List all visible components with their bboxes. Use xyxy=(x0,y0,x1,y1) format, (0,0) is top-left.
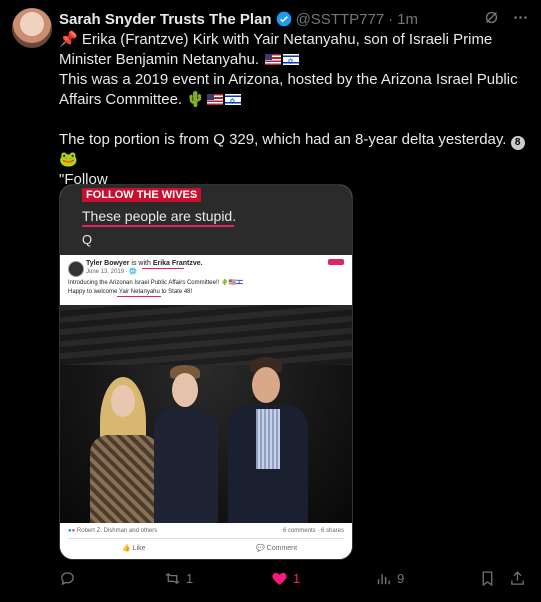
author-name[interactable]: Sarah Snyder Trusts The Plan xyxy=(59,11,272,28)
grok-icon[interactable] xyxy=(483,9,500,26)
fb-tagged: Erika Frantzve. xyxy=(152,260,203,267)
overlay-q: Q xyxy=(82,232,93,247)
fb-text-2: Happy to welcome Yair Netanyahu to State… xyxy=(68,289,193,295)
tweet-actions: 1 1 9 xyxy=(59,570,529,592)
person-2-face xyxy=(172,373,198,407)
repost-button[interactable]: 1 xyxy=(164,570,193,587)
attached-image[interactable]: FOLLOW THE WIVES . These people are stup… xyxy=(59,184,353,560)
header-actions xyxy=(483,9,529,26)
fb-counts: 6 comments · 6 shares xyxy=(282,528,344,534)
cactus-icon: 🌵 xyxy=(186,91,205,108)
views-icon xyxy=(377,574,390,585)
person-2-body xyxy=(154,409,218,523)
share-icon xyxy=(511,571,524,585)
author-avatar[interactable] xyxy=(12,8,52,48)
like-count: 1 xyxy=(293,571,301,586)
author-handle[interactable]: @SSTTP777 xyxy=(296,11,385,28)
tweet-text: 📌 Erika (Frantzve) Kirk with Yair Netany… xyxy=(59,30,529,210)
fb-like: 👍 Like xyxy=(122,545,146,552)
us-flag-icon xyxy=(206,94,223,105)
us-flag-icon xyxy=(265,54,282,65)
bookmark-icon xyxy=(482,571,493,587)
overlay-dot: . xyxy=(192,188,196,200)
fb-avatar xyxy=(68,261,84,277)
reply-button[interactable] xyxy=(59,570,81,587)
fb-red-marker xyxy=(328,259,344,265)
like-button[interactable]: 1 xyxy=(271,570,300,587)
number-8-icon: 8 xyxy=(510,136,525,150)
fb-reactions: ●● Robert Z. Dishman and others xyxy=(68,528,158,534)
views-count: 9 xyxy=(397,571,405,586)
person-3-shirt xyxy=(256,409,280,469)
fb-date: June 13, 2019 · 🌐 xyxy=(86,269,137,275)
israel-flag-icon xyxy=(224,92,241,112)
repost-icon xyxy=(165,573,180,584)
overlay-caption: These people are stupid. xyxy=(82,208,237,224)
reply-icon xyxy=(61,572,74,586)
group-photo xyxy=(60,305,352,523)
frog-icon: 🐸 xyxy=(59,151,78,168)
person-1-face xyxy=(111,385,135,417)
text-line-3: The top portion is from Q 329, which had… xyxy=(59,131,507,148)
fb-comment: 💬 Comment xyxy=(256,545,298,552)
more-options-icon[interactable] xyxy=(512,9,529,26)
share-button[interactable] xyxy=(509,570,526,587)
facebook-post-screenshot: Tyler Bowyer is with Erika Frantzve. Jun… xyxy=(60,255,352,559)
fb-underline-1 xyxy=(142,268,184,269)
follow-the-wives-label: FOLLOW THE WIVES xyxy=(82,188,202,202)
fb-divider xyxy=(68,538,344,539)
views-button[interactable]: 9 xyxy=(375,570,404,587)
fb-underline-2 xyxy=(117,296,161,297)
fb-post-header: Tyler Bowyer is with Erika Frantzve. xyxy=(86,260,203,267)
photo-wall xyxy=(60,305,352,365)
tweet-header: Sarah Snyder Trusts The Plan @SSTTP777 ·… xyxy=(59,9,529,29)
israel-flag-icon xyxy=(283,52,300,72)
verified-badge-icon xyxy=(276,11,291,27)
tweet: Sarah Snyder Trusts The Plan @SSTTP777 ·… xyxy=(0,0,541,602)
caption-underline xyxy=(82,225,234,227)
bookmark-button[interactable] xyxy=(479,570,496,587)
text-line-2: This was a 2019 event in Arizona, hosted… xyxy=(59,71,518,108)
person-1-body xyxy=(90,435,160,523)
person-3-face xyxy=(252,367,280,403)
fb-with: is with xyxy=(131,260,151,267)
repost-count: 1 xyxy=(186,571,194,586)
fb-text-1: Introducing the Arizonan Israel Public A… xyxy=(68,280,244,286)
q-drop-header: FOLLOW THE WIVES . These people are stup… xyxy=(60,185,352,255)
heart-icon xyxy=(272,572,287,585)
separator-dot: · xyxy=(388,10,394,28)
fb-author: Tyler Bowyer xyxy=(86,260,130,267)
timestamp[interactable]: 1m xyxy=(397,11,418,28)
pushpin-icon: 📌 xyxy=(59,31,78,48)
